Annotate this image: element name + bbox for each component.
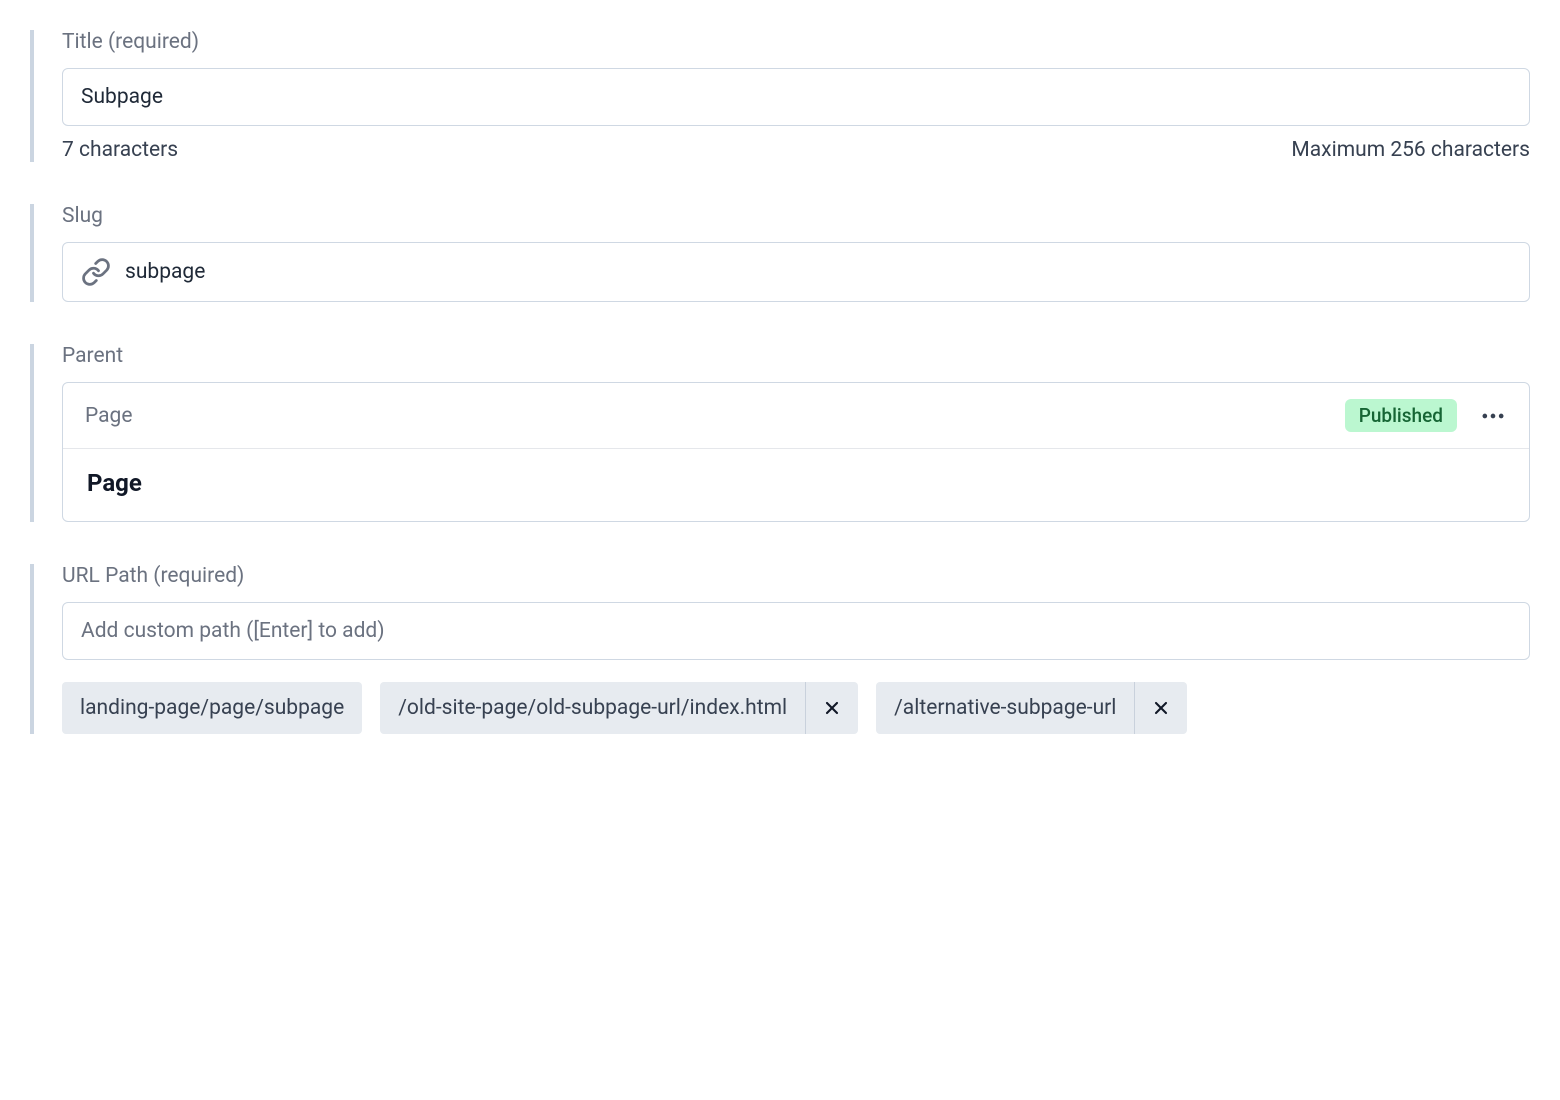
parent-reference-box: Page Published Page — [62, 382, 1530, 522]
url-path-chip: /old-site-page/old-subpage-url/index.htm… — [380, 682, 858, 734]
title-label: Title (required) — [62, 30, 1530, 54]
slug-field-group: Slug — [30, 204, 1530, 302]
link-icon — [81, 257, 111, 287]
title-max-hint: Maximum 256 characters — [1291, 138, 1530, 162]
parent-reference-title[interactable]: Page — [63, 449, 1529, 521]
url-path-chip: landing-page/page/subpage — [62, 682, 362, 734]
url-path-chip: /alternative-subpage-url — [876, 682, 1187, 734]
title-meta-row: 7 characters Maximum 256 characters — [62, 138, 1530, 162]
url-path-label: URL Path (required) — [62, 564, 1530, 588]
url-path-chip-text: /alternative-subpage-url — [876, 682, 1134, 734]
parent-field-group: Parent Page Published Page — [30, 344, 1530, 522]
title-input[interactable] — [62, 68, 1530, 126]
url-path-chips: landing-page/page/subpage/old-site-page/… — [62, 682, 1530, 734]
parent-type-label: Page — [85, 404, 133, 428]
title-field-group: Title (required) 7 characters Maximum 25… — [30, 30, 1530, 162]
close-icon[interactable] — [805, 682, 858, 734]
parent-label: Parent — [62, 344, 1530, 368]
parent-reference-header[interactable]: Page Published — [63, 383, 1529, 449]
title-char-count: 7 characters — [62, 138, 178, 162]
close-icon[interactable] — [1134, 682, 1187, 734]
url-path-chip-text: /old-site-page/old-subpage-url/index.htm… — [380, 682, 805, 734]
url-path-field-group: URL Path (required) landing-page/page/su… — [30, 564, 1530, 734]
kebab-menu-icon[interactable] — [1479, 402, 1507, 430]
url-path-input[interactable] — [62, 602, 1530, 660]
url-path-chip-text: landing-page/page/subpage — [62, 682, 362, 734]
slug-label: Slug — [62, 204, 1530, 228]
slug-input-wrap — [62, 242, 1530, 302]
status-badge: Published — [1345, 399, 1457, 432]
slug-input[interactable] — [125, 260, 1511, 284]
